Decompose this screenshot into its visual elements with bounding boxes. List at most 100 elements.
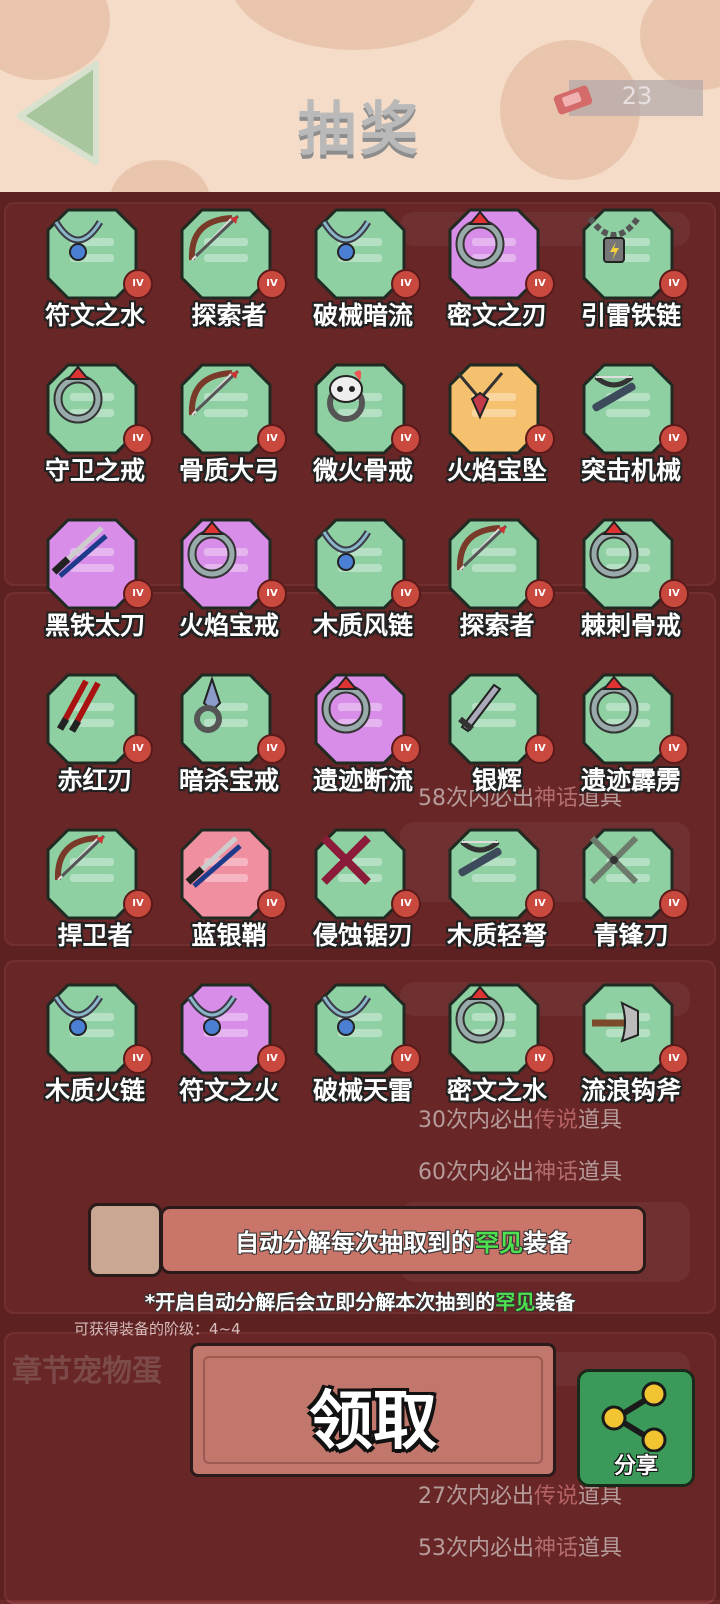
tier-badge: IV — [391, 1044, 421, 1074]
reward-item[interactable]: IV 探索者 — [430, 512, 564, 640]
chain-icon — [587, 216, 641, 263]
reward-item[interactable]: IV 棘刺骨戒 — [564, 512, 698, 640]
ring-icon — [589, 675, 639, 734]
reward-item[interactable]: IV 木质轻弩 — [430, 822, 564, 950]
reward-item[interactable]: IV 木质火链 — [28, 977, 162, 1105]
item-name: 木质火链 — [44, 1076, 145, 1105]
claim-button[interactable]: 领取 — [190, 1343, 556, 1477]
necklace-icon — [187, 995, 237, 1036]
reward-item[interactable]: IV 木质风链 — [296, 512, 430, 640]
bow-icon — [456, 524, 508, 571]
item-name: 探索者 — [191, 301, 267, 330]
item-name: 遗迹断流 — [312, 766, 413, 795]
reward-item[interactable]: IV 火焰宝戒 — [162, 512, 296, 640]
reward-item[interactable]: IV 遗迹断流 — [296, 667, 430, 795]
tier-range-note: 可获得装备的阶级：4~4 — [74, 1320, 241, 1338]
tier-badge: IV — [257, 734, 287, 764]
skull-ring-icon — [327, 370, 365, 422]
ring-icon — [455, 985, 505, 1044]
item-name: 守卫之戒 — [44, 456, 145, 485]
item-name: 银辉 — [471, 766, 522, 795]
axe-icon — [592, 1001, 639, 1043]
katana-icon — [185, 836, 242, 888]
item-name: 密文之刃 — [446, 301, 547, 330]
share-button[interactable]: 分享 — [577, 1369, 695, 1487]
auto-decompose-note: *开启自动分解后会立即分解本次抽到的罕见装备 — [144, 1290, 576, 1314]
necklace-icon — [321, 530, 371, 571]
tier-badge: IV — [391, 269, 421, 299]
header: 抽奖 23 — [0, 0, 720, 192]
tier-badge: IV — [123, 424, 153, 454]
tier-badge: IV — [525, 1044, 555, 1074]
tier-badge: IV — [525, 889, 555, 919]
tier-badge: IV — [391, 579, 421, 609]
item-name: 破械天雷 — [312, 1076, 413, 1105]
tier-badge: IV — [123, 579, 153, 609]
item-name: 侵蚀锯刃 — [312, 921, 413, 950]
necklace-icon — [321, 995, 371, 1036]
reward-item[interactable]: IV 突击机械 — [564, 357, 698, 485]
tier-badge: IV — [257, 424, 287, 454]
reward-item[interactable]: IV 符文之火 — [162, 977, 296, 1105]
reward-item[interactable]: IV 火焰宝坠 — [430, 357, 564, 485]
item-name: 木质轻弩 — [446, 921, 547, 950]
reward-item[interactable]: IV 破械天雷 — [296, 977, 430, 1105]
item-name: 密文之水 — [446, 1076, 547, 1105]
reward-item[interactable]: IV 暗杀宝戒 — [162, 667, 296, 795]
blades-icon — [56, 679, 101, 733]
tier-badge: IV — [659, 424, 689, 454]
claim-label: 领取 — [309, 1385, 437, 1459]
item-name: 蓝银鞘 — [191, 921, 267, 950]
reward-item[interactable]: IV 蓝银鞘 — [162, 822, 296, 950]
item-name: 赤红刃 — [57, 766, 133, 795]
tier-badge: IV — [257, 889, 287, 919]
reward-item[interactable]: IV 流浪钩斧 — [564, 977, 698, 1105]
reward-item[interactable]: IV 破械暗流 — [296, 202, 430, 330]
tier-badge: IV — [123, 1044, 153, 1074]
reward-item[interactable]: IV 微火骨戒 — [296, 357, 430, 485]
reward-item[interactable]: IV 引雷铁链 — [564, 202, 698, 330]
tier-badge: IV — [257, 579, 287, 609]
necklace-icon — [321, 220, 371, 261]
reward-item[interactable]: IV 遗迹霹雳 — [564, 667, 698, 795]
saw-blades-icon — [321, 835, 371, 885]
reward-item[interactable]: IV 青锋刀 — [564, 822, 698, 950]
tier-badge: IV — [525, 579, 555, 609]
tier-badge: IV — [123, 889, 153, 919]
tier-badge: IV — [123, 734, 153, 764]
crossbow-icon — [458, 840, 502, 877]
item-name: 木质风链 — [312, 611, 413, 640]
item-name: 火焰宝戒 — [178, 611, 279, 640]
item-name: 火焰宝坠 — [446, 456, 547, 485]
reward-item[interactable]: IV 密文之刃 — [430, 202, 564, 330]
bow-icon — [188, 369, 240, 416]
crossbow-icon — [592, 375, 636, 412]
reward-item[interactable]: IV 密文之水 — [430, 977, 564, 1105]
item-name: 符文之火 — [178, 1076, 279, 1105]
item-name: 暗杀宝戒 — [178, 766, 279, 795]
reward-item[interactable]: IV 骨质大弓 — [162, 357, 296, 485]
reward-item[interactable]: IV 银辉 — [430, 667, 564, 795]
reward-item[interactable]: IV 符文之水 — [28, 202, 162, 330]
reward-item[interactable]: IV 赤红刃 — [28, 667, 162, 795]
item-name: 青锋刀 — [593, 921, 669, 950]
reward-item[interactable]: IV 侵蚀锯刃 — [296, 822, 430, 950]
item-name: 黑铁太刀 — [44, 611, 145, 640]
tier-badge: IV — [659, 1044, 689, 1074]
reward-item[interactable]: IV 探索者 — [162, 202, 296, 330]
reward-item[interactable]: IV 黑铁太刀 — [28, 512, 162, 640]
pendant-icon — [456, 372, 504, 420]
ring-icon — [455, 210, 505, 269]
tier-badge: IV — [525, 734, 555, 764]
item-name: 捍卫者 — [57, 921, 133, 950]
bg-blob — [230, 0, 480, 50]
auto-decompose-bar[interactable]: 自动分解每次抽取到的罕见装备 — [160, 1206, 646, 1274]
reward-item[interactable]: IV 捍卫者 — [28, 822, 162, 950]
tier-badge: IV — [391, 734, 421, 764]
reward-item[interactable]: IV 守卫之戒 — [28, 357, 162, 485]
auto-decompose-checkbox[interactable] — [88, 1203, 162, 1277]
crossed-swords-icon — [589, 835, 639, 885]
item-name: 棘刺骨戒 — [580, 611, 681, 640]
tier-badge: IV — [659, 579, 689, 609]
tier-badge: IV — [257, 269, 287, 299]
